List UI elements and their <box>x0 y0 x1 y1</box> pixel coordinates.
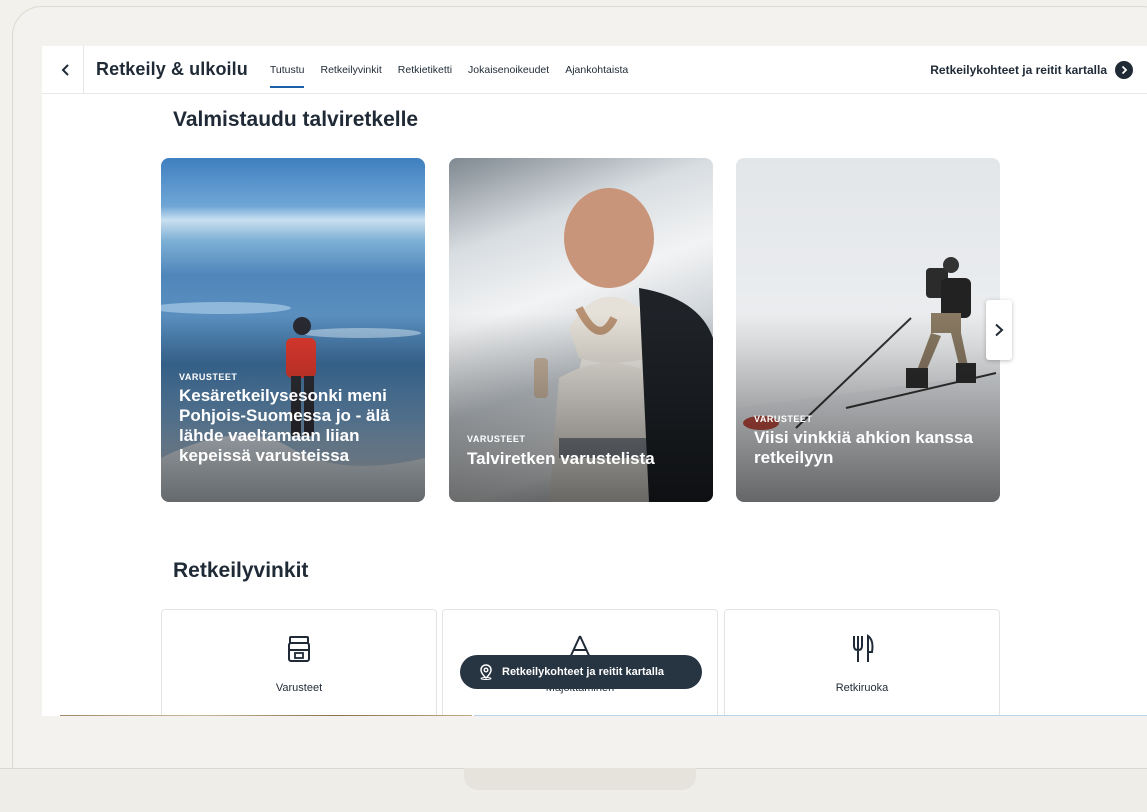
laptop-notch <box>464 768 696 790</box>
map-pin-icon <box>480 664 492 680</box>
card-category: VARUSTEET <box>179 372 238 382</box>
card-title: Kesäretkeilysesonki meni Pohjois-Suomess… <box>179 386 390 465</box>
map-link-label: Retkeilykohteet ja reitit kartalla <box>930 63 1107 77</box>
tab-ajankohtaista[interactable]: Ajankohtaista <box>565 46 628 94</box>
backpack-icon <box>288 636 310 662</box>
next-section-image-strip <box>60 715 472 716</box>
top-navigation: Retkeily & ulkoilu Tutustu Retkeilyvinki… <box>42 46 1147 94</box>
tab-retkietiketti[interactable]: Retkietiketti <box>398 46 452 94</box>
card-title: Viisi vinkkiä ahkion kanssa retkeilyyn <box>754 428 973 467</box>
card-gradient <box>736 312 1000 502</box>
card-gradient <box>449 312 713 502</box>
chevron-right-icon <box>995 323 1004 337</box>
chevron-right-circle-icon <box>1115 61 1133 79</box>
card-category: VARUSTEET <box>754 414 813 424</box>
carousel-next-button[interactable] <box>986 300 1012 360</box>
nav-tabs: Tutustu Retkeilyvinkit Retkietiketti Jok… <box>269 46 628 94</box>
site-title[interactable]: Retkeily & ulkoilu <box>96 59 248 80</box>
map-link[interactable]: Retkeilykohteet ja reitit kartalla <box>930 46 1133 94</box>
tip-label: Varusteet <box>275 682 323 694</box>
back-button[interactable] <box>48 46 84 94</box>
article-card[interactable]: VARUSTEET Kesäretkeilysesonki meni Pohjo… <box>161 158 425 502</box>
floating-map-button[interactable]: Retkeilykohteet ja reitit kartalla <box>460 655 702 689</box>
next-section-strip <box>474 715 1147 716</box>
card-title: Talviretken varustelista <box>467 449 655 468</box>
tab-jokaisenoikeudet[interactable]: Jokaisenoikeudet <box>468 46 549 94</box>
article-card[interactable]: VARUSTEET Viisi vinkkiä ahkion kanssa re… <box>736 158 1000 502</box>
floating-map-button-label: Retkeilykohteet ja reitit kartalla <box>502 666 665 678</box>
chevron-left-icon <box>61 63 69 76</box>
tip-label: Retkiruoka <box>835 682 889 694</box>
fork-knife-icon <box>853 634 874 662</box>
section-title-tips: Retkeilyvinkit <box>173 559 309 582</box>
tip-card-varusteet[interactable]: Varusteet <box>161 609 437 716</box>
section-title-winter: Valmistaudu talviretkelle <box>173 108 419 131</box>
tab-tutustu[interactable]: Tutustu <box>269 46 304 94</box>
browser-screen: Retkeily & ulkoilu Tutustu Retkeilyvinki… <box>42 46 1147 716</box>
tab-retkeilyvinkit[interactable]: Retkeilyvinkit <box>320 46 381 94</box>
tip-card-retkiruoka[interactable]: Retkiruoka <box>724 609 1000 716</box>
card-category: VARUSTEET <box>467 434 526 444</box>
article-card[interactable]: VARUSTEET Talviretken varustelista <box>449 158 713 502</box>
